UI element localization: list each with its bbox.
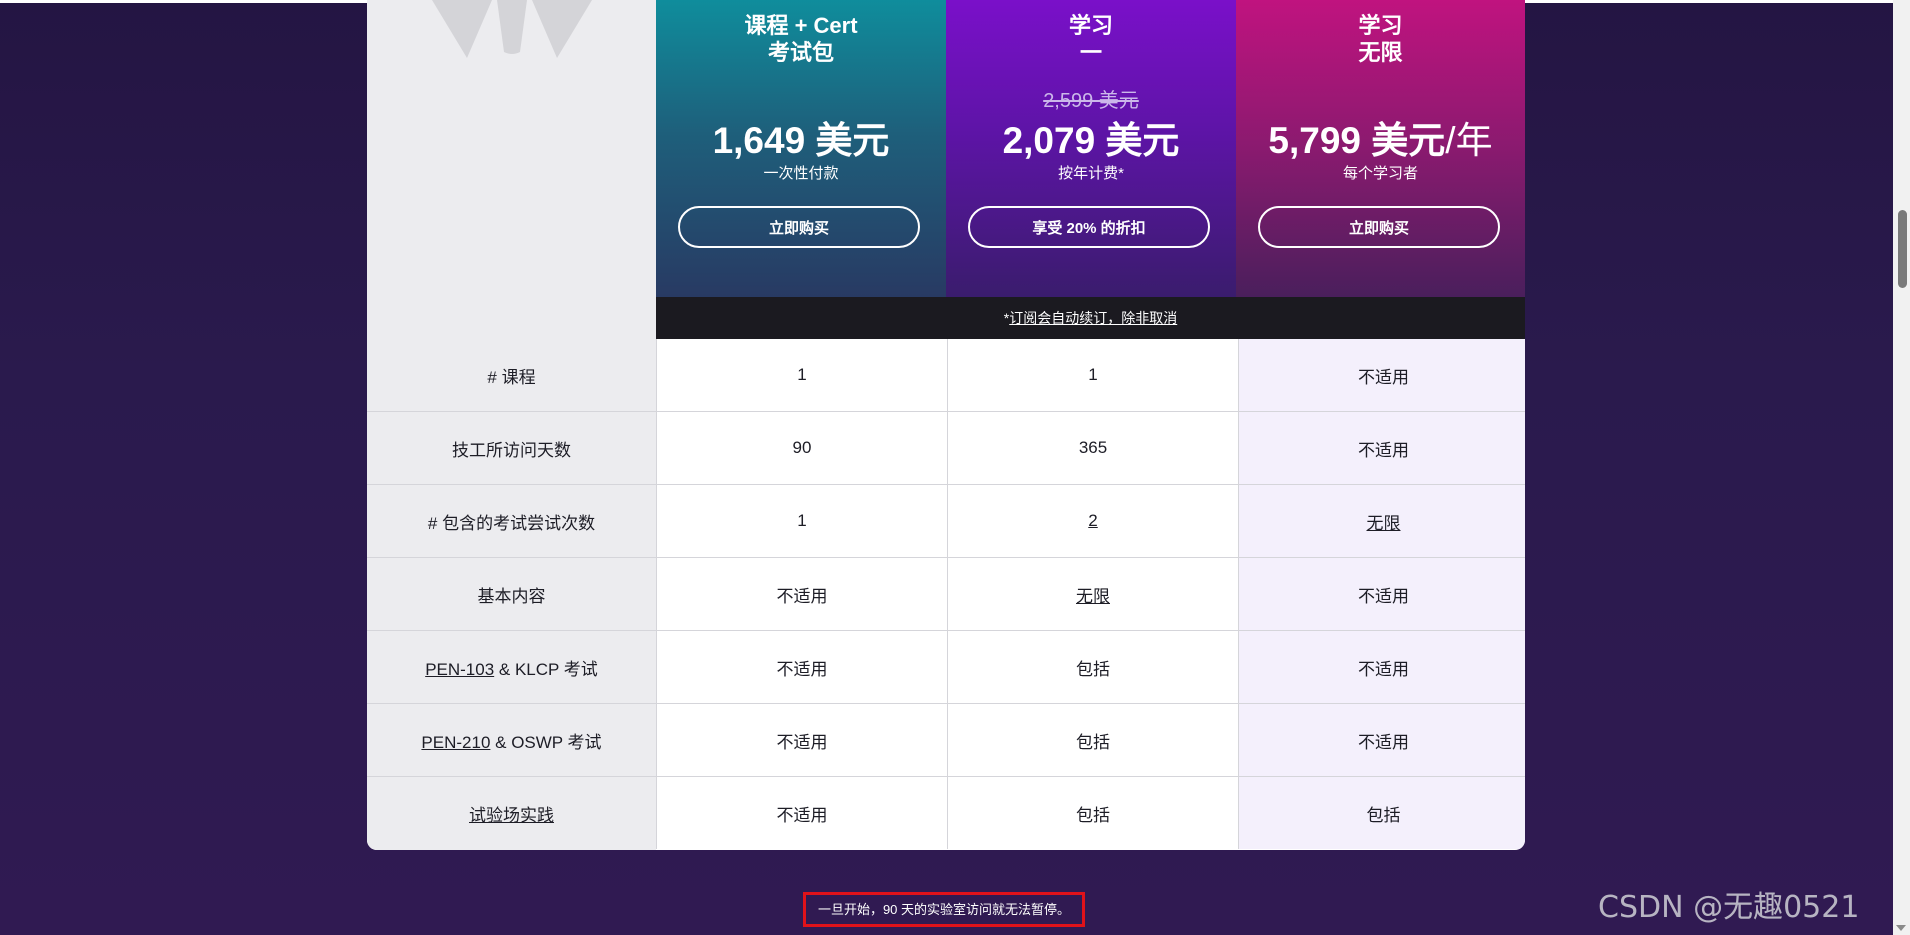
row-label: 试验场实践 (367, 776, 657, 849)
price-value: 2,079 美元 (1002, 120, 1180, 161)
row-label-text: & OSWP 考试 (490, 732, 602, 752)
price-suffix: /年 (1445, 120, 1493, 161)
plan-name: 学习 无限 (1236, 12, 1525, 66)
table-cell: 无限 (1238, 484, 1525, 558)
buy-now-button[interactable]: 立即购买 (1258, 206, 1500, 248)
table-row: # 包含的考试尝试次数 1 2 无限 (367, 484, 1525, 558)
plan-name-line2: 无限 (1358, 40, 1403, 65)
plan-name-line2: 考试包 (767, 40, 834, 65)
row-label-text: # 课程 (487, 367, 536, 387)
table-cell: 1 (947, 339, 1239, 412)
plan-name-line1: 学习 (1358, 13, 1403, 38)
table-cell: 不适用 (656, 703, 948, 777)
table-row: 试验场实践 不适用 包括 包括 (367, 776, 1525, 849)
plan-price: 1,649 美元 (656, 110, 946, 164)
renewal-link[interactable]: 订阅会自动续订，除非取消 (1009, 310, 1177, 326)
plan-name-line1: 课程 + Cert (744, 13, 858, 38)
buy-now-button[interactable]: 立即购买 (678, 206, 920, 248)
table-cell: 1 (656, 339, 948, 412)
pricing-card: 课程 + Cert 考试包 1,649 美元 一次性付款 立即购买 学习 一 2… (367, 0, 1525, 850)
basic-content-link[interactable]: 无限 (1076, 587, 1110, 606)
plan-price: 5,799 美元/年 (1236, 110, 1525, 164)
row-label-text: 技工所访问天数 (452, 440, 571, 460)
table-cell: 1 (656, 484, 948, 558)
exam-attempts-link[interactable]: 2 (1088, 511, 1097, 530)
discount-button[interactable]: 享受 20% 的折扣 (968, 206, 1210, 248)
table-cell: 不适用 (1238, 339, 1525, 412)
feature-comparison-table: # 课程 1 1 不适用 技工所访问天数 90 365 不适用 # 包含的考试尝… (367, 339, 1525, 849)
scroll-down-arrow-icon[interactable] (1896, 925, 1906, 931)
table-row: 技工所访问天数 90 365 不适用 (367, 411, 1525, 485)
pen-210-link[interactable]: PEN-210 (421, 733, 490, 752)
original-price: 2,599 美元 (1043, 90, 1139, 112)
brand-logo-fragment (432, 0, 592, 58)
table-cell: 不适用 (656, 630, 948, 704)
scrollbar-thumb[interactable] (1898, 210, 1907, 288)
row-label-text: 基本内容 (477, 586, 546, 606)
table-row: PEN-210 & OSWP 考试 不适用 包括 不适用 (367, 703, 1525, 777)
csdn-watermark: CSDN @无趣0521 (1598, 890, 1860, 925)
table-cell: 不适用 (656, 776, 948, 849)
table-cell: 无限 (947, 557, 1239, 631)
price-value: 1,649 美元 (712, 120, 890, 161)
plan-column-course-cert: 课程 + Cert 考试包 1,649 美元 一次性付款 立即购买 (656, 0, 946, 297)
row-label: # 课程 (367, 339, 657, 412)
row-label: 技工所访问天数 (367, 411, 657, 485)
table-row: 基本内容 不适用 无限 不适用 (367, 557, 1525, 631)
table-cell: 365 (947, 411, 1239, 485)
row-label: # 包含的考试尝试次数 (367, 484, 657, 558)
vertical-scrollbar[interactable] (1893, 0, 1910, 935)
table-cell: 包括 (1238, 776, 1525, 849)
row-label-text: # 包含的考试尝试次数 (427, 513, 596, 533)
row-label-text: & KLCP 考试 (494, 659, 598, 679)
plan-name-line1: 学习 (1068, 13, 1113, 38)
plan-price: 2,079 美元 (946, 110, 1236, 164)
plan-column-learn-unlimited: 学习 无限 5,799 美元/年 每个学习者 立即购买 (1236, 0, 1525, 297)
table-cell: 包括 (947, 630, 1239, 704)
row-label: PEN-210 & OSWP 考试 (367, 703, 657, 777)
plan-column-learn-one: 学习 一 2,599 美元 2,079 美元 按年计费* 享受 20% 的折扣 (946, 0, 1236, 297)
table-cell: 包括 (947, 776, 1239, 849)
table-cell: 不适用 (1238, 703, 1525, 777)
price-value: 5,799 美元 (1268, 120, 1446, 161)
price-note: 按年计费* (1058, 165, 1124, 182)
price-note: 每个学习者 (1342, 165, 1418, 182)
exam-attempts-link[interactable]: 无限 (1367, 514, 1401, 533)
lab-access-footnote: 一旦开始，90 天的实验室访问就无法暂停。 (803, 892, 1085, 927)
plan-name-line2: 一 (1079, 40, 1102, 65)
row-label: 基本内容 (367, 557, 657, 631)
pen-103-link[interactable]: PEN-103 (425, 660, 494, 679)
table-cell: 不适用 (656, 557, 948, 631)
table-cell: 不适用 (1238, 630, 1525, 704)
table-row: PEN-103 & KLCP 考试 不适用 包括 不适用 (367, 630, 1525, 704)
table-cell: 2 (947, 484, 1239, 558)
table-cell: 90 (656, 411, 948, 485)
table-row: # 课程 1 1 不适用 (367, 339, 1525, 412)
plan-name: 课程 + Cert 考试包 (656, 12, 946, 66)
table-cell: 不适用 (1238, 411, 1525, 485)
row-label: PEN-103 & KLCP 考试 (367, 630, 657, 704)
plan-name: 学习 一 (946, 12, 1236, 66)
renewal-notice: *订阅会自动续订，除非取消 (656, 297, 1525, 339)
proving-grounds-link[interactable]: 试验场实践 (469, 806, 554, 825)
table-cell: 不适用 (1238, 557, 1525, 631)
table-cell: 包括 (947, 703, 1239, 777)
price-note: 一次性付款 (763, 165, 839, 182)
